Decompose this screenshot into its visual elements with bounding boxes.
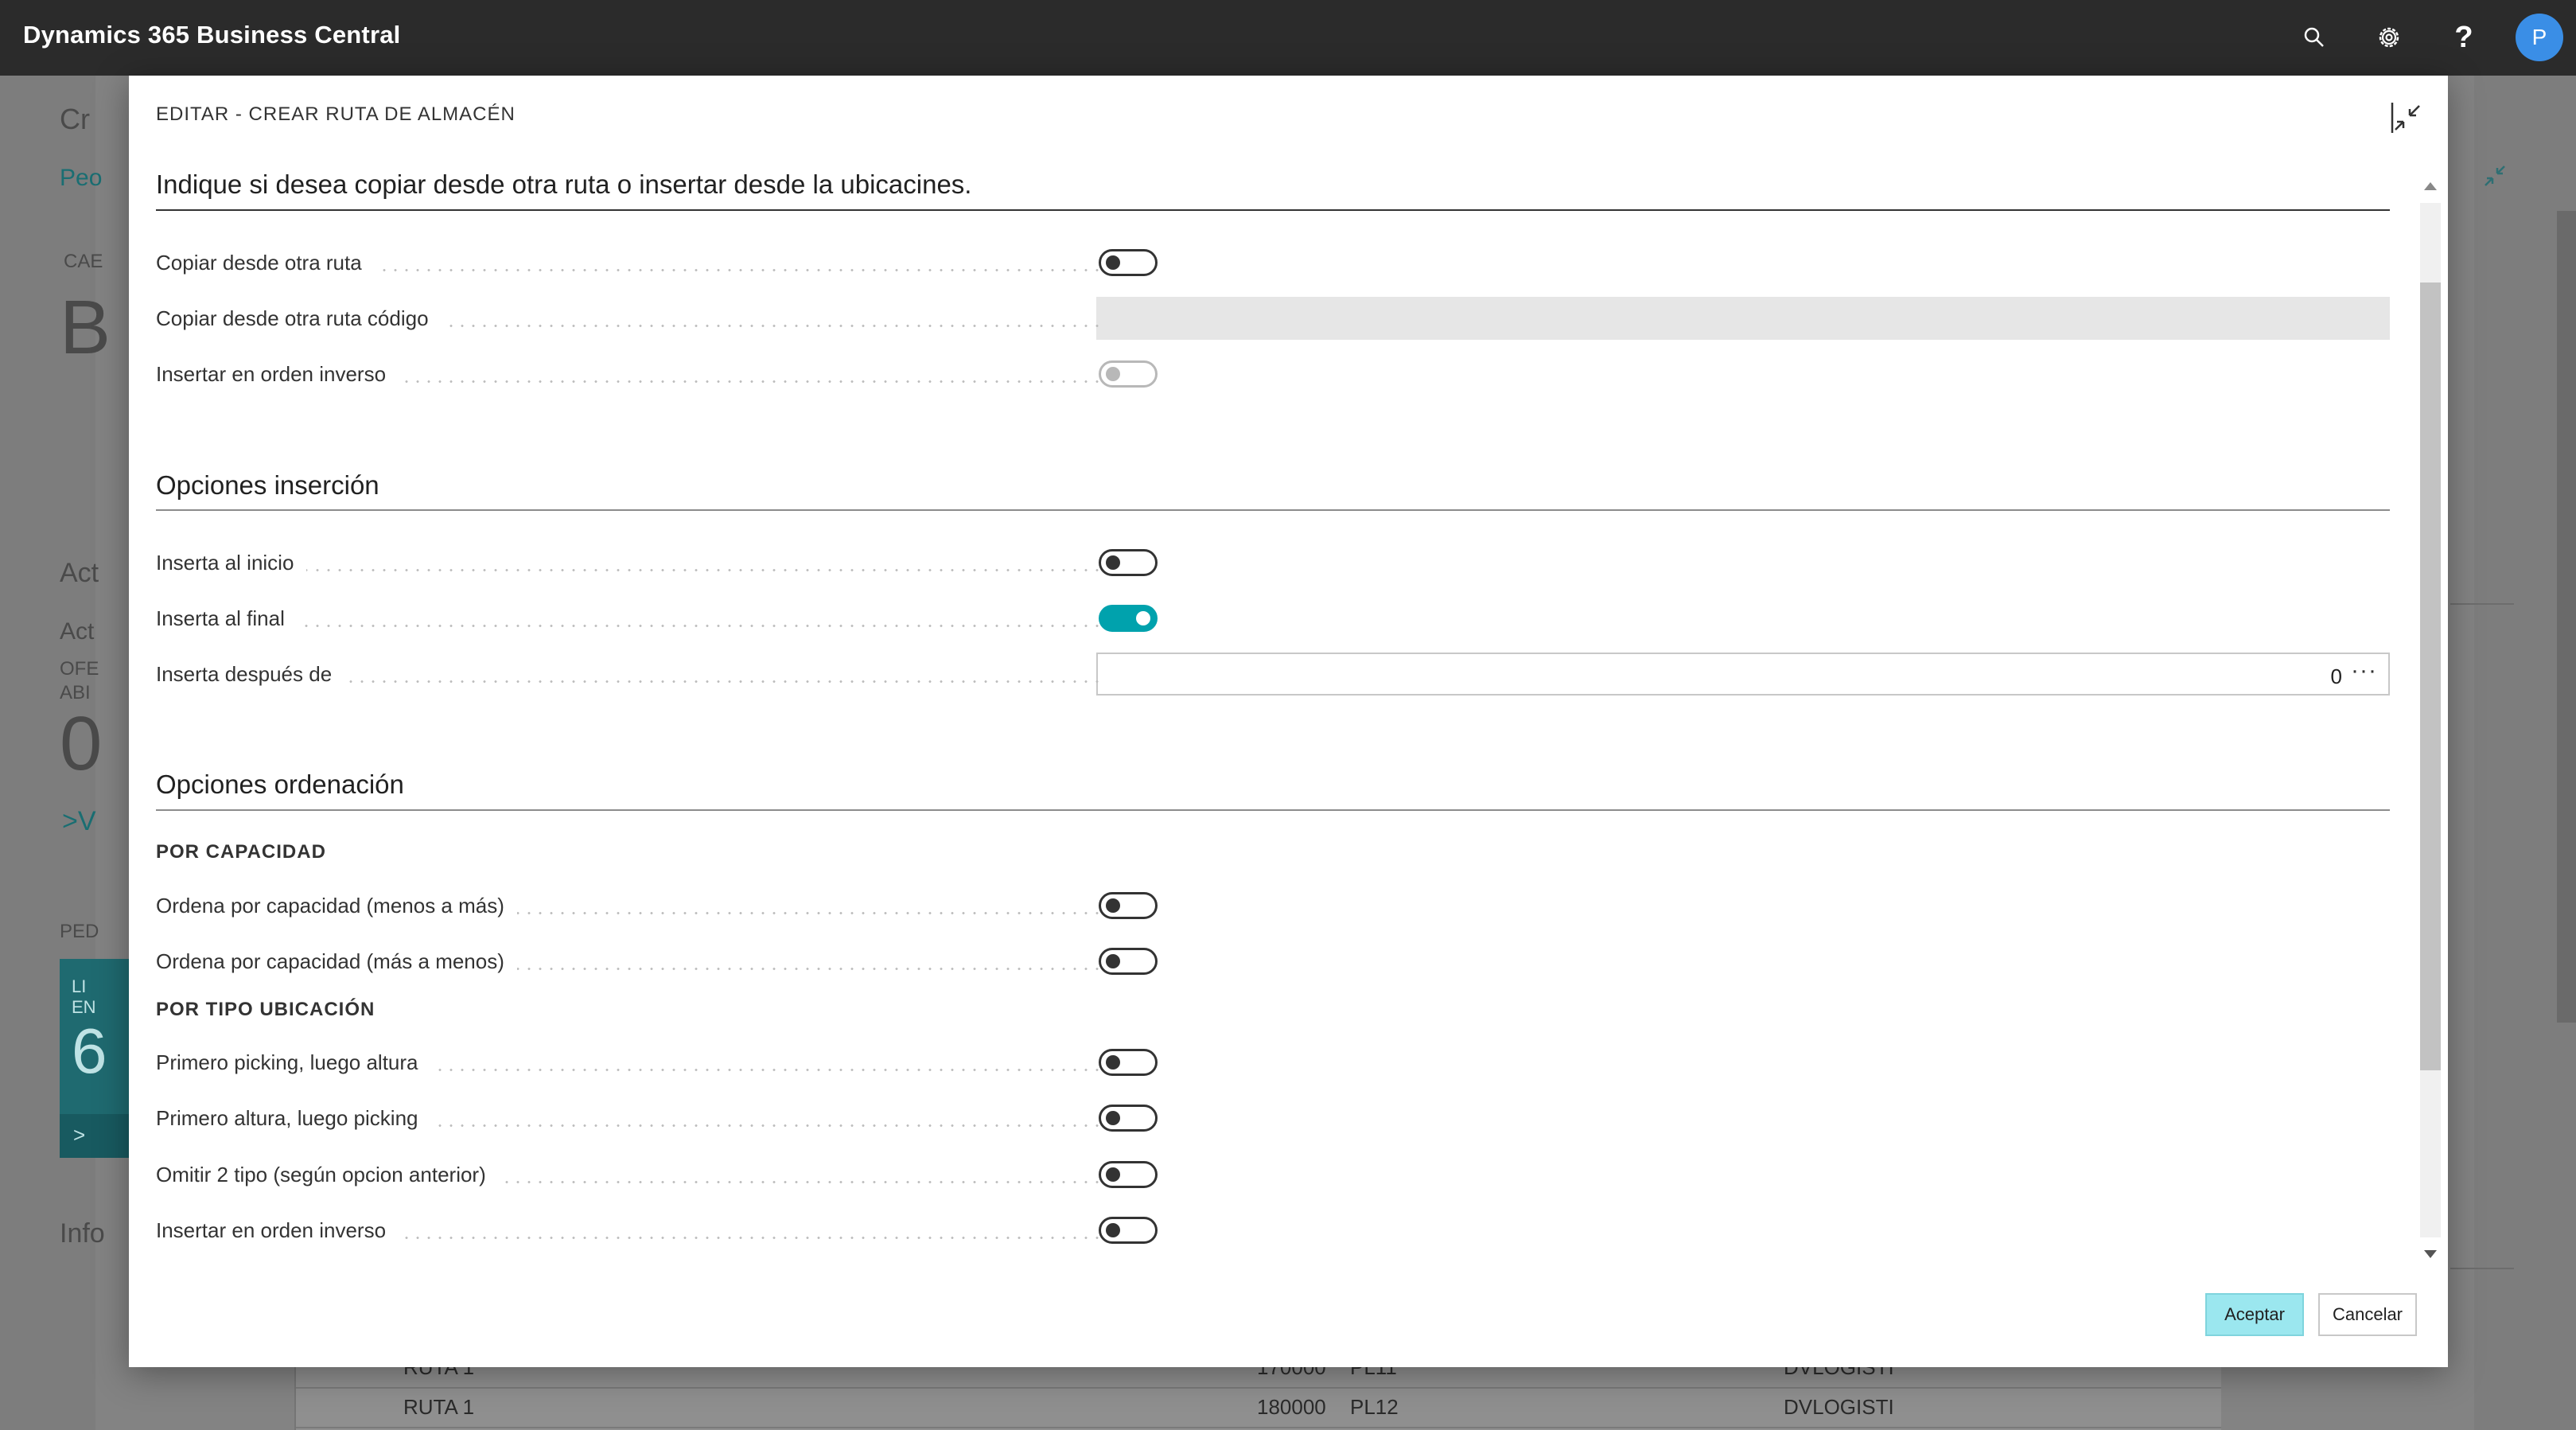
- field-label: Inserta después de: [156, 653, 1101, 696]
- dialog-scrollbar[interactable]: [2415, 179, 2446, 1261]
- field-label: Ordena por capacidad (menos a más): [156, 884, 1101, 927]
- altura-luego-picking-toggle[interactable]: [1099, 1105, 1158, 1132]
- cancel-button[interactable]: Cancelar: [2318, 1293, 2417, 1336]
- scroll-down-icon[interactable]: [2424, 1250, 2437, 1258]
- field-label: Copiar desde otra ruta: [156, 241, 1101, 284]
- orden-inverso-tipo-toggle[interactable]: [1099, 1217, 1158, 1244]
- background-fragment: PED: [60, 921, 99, 942]
- background-scrollbar: [2557, 211, 2576, 1023]
- row-copiar-desde-otra-ruta-codigo: Copiar desde otra ruta código: [156, 297, 2390, 340]
- app-title[interactable]: Dynamics 365 Business Central: [23, 21, 400, 49]
- capacidad-mas-a-menos-toggle[interactable]: [1099, 948, 1158, 975]
- help-icon[interactable]: ?: [2444, 18, 2484, 57]
- row-inserta-despues-de: Inserta después de 0 ···: [156, 653, 2390, 696]
- table-cell: DVLOGISTI: [1784, 1395, 1894, 1419]
- background-fragment: Act: [60, 558, 99, 588]
- background-divider: [2450, 603, 2514, 605]
- field-label: Ordena por capacidad (más a menos): [156, 940, 1101, 983]
- background-fragment: Cr: [60, 103, 90, 135]
- table-cell: RUTA 1: [403, 1395, 475, 1419]
- section-divider: [156, 209, 2390, 211]
- section-title-ordenacion: Opciones ordenación: [156, 770, 404, 799]
- background-fragment: >V: [62, 806, 96, 836]
- field-label: Primero picking, luego altura: [156, 1041, 1101, 1084]
- field-label: Insertar en orden inverso: [156, 1209, 1101, 1252]
- edit-dialog: EDITAR - CREAR RUTA DE ALMACÉN Indique s…: [129, 76, 2448, 1367]
- row-picking-luego-altura: Primero picking, luego altura: [156, 1041, 2390, 1084]
- field-label: Inserta al inicio: [156, 541, 1101, 584]
- field-label: Omitir 2 tipo (según opcion anterior): [156, 1153, 1101, 1196]
- row-copiar-desde-otra-ruta: Copiar desde otra ruta: [156, 241, 2390, 284]
- background-collapse-icon: [2481, 162, 2509, 194]
- settings-gear-icon[interactable]: [2369, 18, 2409, 57]
- section-divider: [156, 809, 2390, 811]
- row-orden-inverso-tipo: Insertar en orden inverso: [156, 1209, 2390, 1252]
- section-title-copy: Indique si desea copiar desde otra ruta …: [156, 169, 972, 199]
- background-fragment: Info: [60, 1218, 105, 1249]
- background-fragment: OFE: [60, 658, 99, 680]
- group-title-por-tipo-ubicacion: POR TIPO UBICACIÓN: [156, 999, 376, 1020]
- scroll-thumb[interactable]: [2420, 282, 2441, 1070]
- background-fragment: 0: [60, 701, 103, 786]
- background-fragment: LI: [72, 976, 87, 996]
- section-title-insercion: Opciones inserción: [156, 470, 379, 500]
- copiar-desde-otra-ruta-toggle[interactable]: [1099, 249, 1158, 276]
- field-label: Inserta al final: [156, 597, 1101, 640]
- accept-button[interactable]: Aceptar: [2205, 1293, 2304, 1336]
- collapse-icon[interactable]: [2386, 98, 2424, 136]
- lookup-ellipsis-icon[interactable]: ···: [2351, 657, 2377, 684]
- field-value: 0: [2330, 664, 2342, 688]
- app-bar: Dynamics 365 Business Central ? P: [0, 0, 2576, 76]
- insertar-orden-inverso-toggle[interactable]: [1099, 360, 1158, 388]
- background-fragment: >: [73, 1123, 86, 1147]
- background-fragment: CAE: [64, 251, 103, 272]
- row-capacidad-mas-a-menos: Ordena por capacidad (más a menos): [156, 940, 2390, 983]
- background-fragment: B: [60, 285, 111, 370]
- picking-luego-altura-toggle[interactable]: [1099, 1049, 1158, 1076]
- row-altura-luego-picking: Primero altura, luego picking: [156, 1097, 2390, 1140]
- row-capacidad-menos-a-mas: Ordena por capacidad (menos a más): [156, 884, 2390, 927]
- scroll-up-icon[interactable]: [2424, 182, 2437, 190]
- background-fragment: Peo: [60, 165, 103, 191]
- omitir-2-tipo-toggle[interactable]: [1099, 1161, 1158, 1188]
- field-label: Copiar desde otra ruta código: [156, 297, 1101, 340]
- section-divider: [156, 509, 2390, 511]
- table-cell: 180000: [1257, 1395, 1326, 1419]
- background-divider: [2450, 1268, 2514, 1269]
- background-fragment: 6: [72, 1015, 107, 1086]
- dialog-content: Indique si desea copiar desde otra ruta …: [156, 76, 2390, 1269]
- inserta-al-inicio-toggle[interactable]: [1099, 549, 1158, 576]
- table-cell: PL12: [1350, 1395, 1399, 1419]
- group-title-por-capacidad: POR CAPACIDAD: [156, 841, 326, 863]
- field-label: Insertar en orden inverso: [156, 353, 1101, 395]
- table-row: RUTA 1 180000 PL12 DVLOGISTI: [296, 1389, 2221, 1428]
- background-fragment: Act: [60, 618, 95, 645]
- row-inserta-al-final: Inserta al final: [156, 597, 2390, 640]
- capacidad-menos-a-mas-toggle[interactable]: [1099, 892, 1158, 919]
- inserta-al-final-toggle[interactable]: [1099, 605, 1158, 632]
- field-label: Primero altura, luego picking: [156, 1097, 1101, 1140]
- inserta-despues-de-input[interactable]: 0 ···: [1096, 653, 2390, 696]
- search-icon[interactable]: [2294, 18, 2334, 57]
- row-insertar-orden-inverso: Insertar en orden inverso: [156, 353, 2390, 395]
- copiar-ruta-codigo-field[interactable]: [1096, 297, 2390, 340]
- row-omitir-2-tipo: Omitir 2 tipo (según opcion anterior): [156, 1153, 2390, 1196]
- user-avatar[interactable]: P: [2516, 14, 2563, 61]
- row-inserta-al-inicio: Inserta al inicio: [156, 541, 2390, 584]
